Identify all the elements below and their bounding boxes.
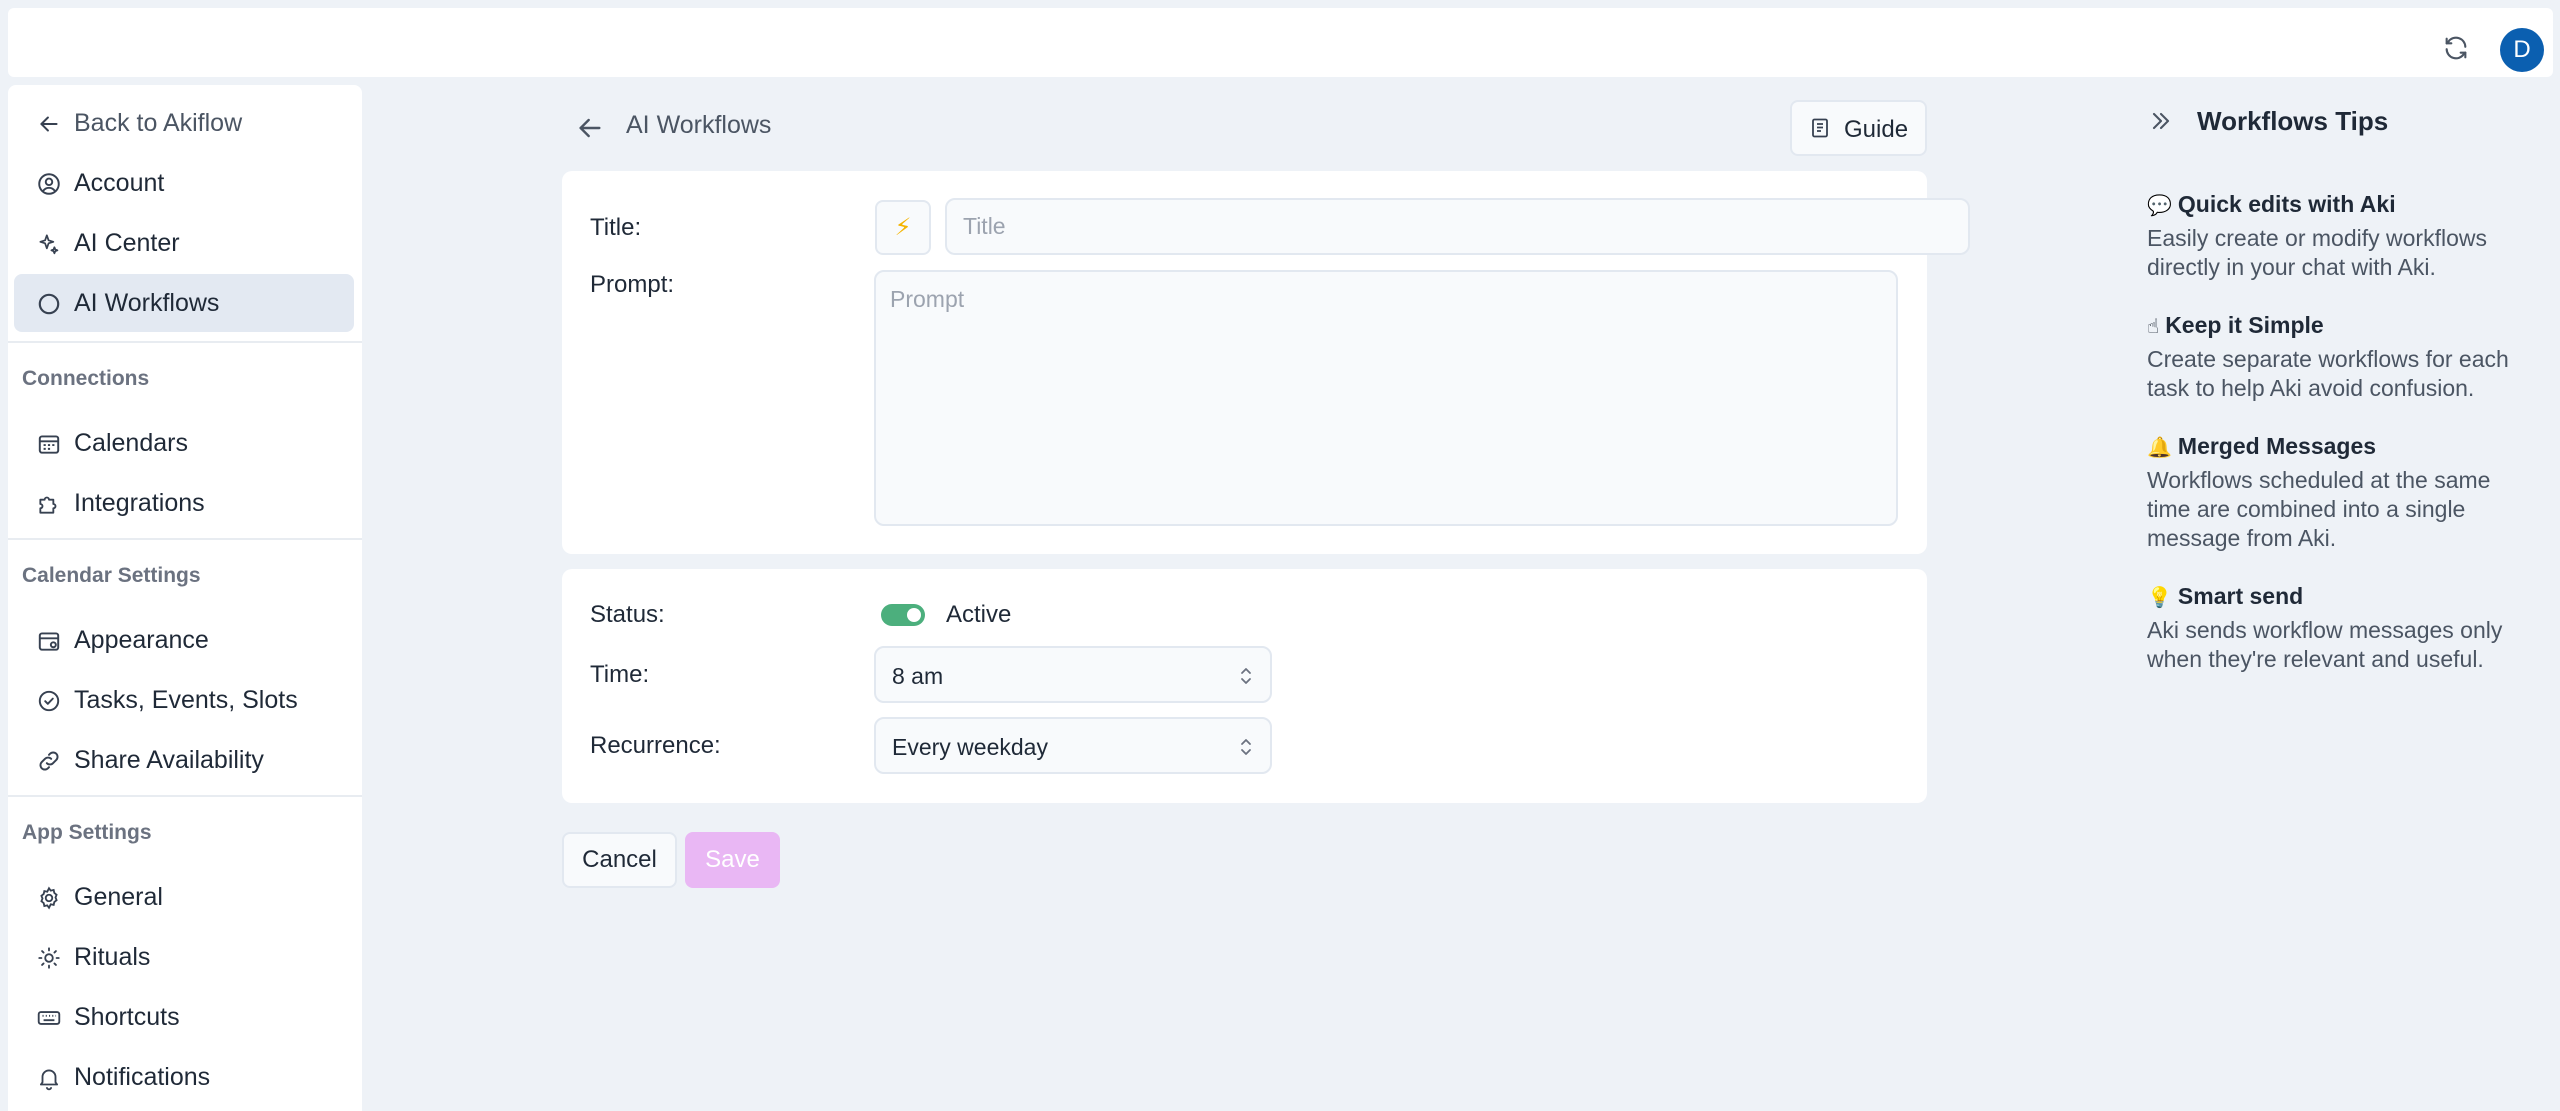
- sidebar-item-label: Notifications: [74, 1062, 211, 1091]
- sidebar-item-label: Integrations: [74, 488, 205, 517]
- prompt-label: Prompt:: [590, 271, 675, 298]
- chevron-up-down-icon: [1236, 664, 1256, 688]
- tip-heading: Merged Messages: [2177, 433, 2377, 459]
- cancel-button[interactable]: Cancel: [562, 832, 677, 888]
- link-icon: [36, 748, 62, 774]
- bell-emoji-icon: 🔔: [2147, 434, 2172, 459]
- time-select[interactable]: 8 am: [874, 646, 1272, 703]
- back-arrow-icon[interactable]: [574, 112, 606, 144]
- tip-heading: Smart send: [2177, 583, 2304, 609]
- time-value: 8 am: [892, 663, 944, 689]
- icon-picker-button[interactable]: ⚡: [875, 200, 931, 255]
- circle-icon: [36, 291, 62, 317]
- collapse-panel-icon[interactable]: [2147, 107, 2175, 135]
- tip-item: ☝ Keep it Simple Create separate workflow…: [2147, 312, 2527, 403]
- bell-icon: [36, 1065, 62, 1091]
- tip-heading: Keep it Simple: [2165, 312, 2324, 338]
- avatar[interactable]: D: [2500, 28, 2544, 72]
- recurrence-label: Recurrence:: [590, 732, 721, 759]
- tips-title: Workflows Tips: [2197, 106, 2389, 136]
- divider: [8, 795, 362, 797]
- gear-icon: [36, 885, 62, 911]
- chevron-up-down-icon: [1236, 735, 1256, 759]
- status-label: Status:: [590, 601, 665, 628]
- sidebar-item-label: AI Workflows: [74, 288, 220, 317]
- back-label: Back to Akiflow: [74, 108, 243, 137]
- user-circle-icon: [36, 171, 62, 197]
- tip-body: Workflows scheduled at the same time are…: [2147, 467, 2491, 551]
- save-button[interactable]: Save: [685, 832, 780, 888]
- back-to-akiflow-link[interactable]: Back to Akiflow: [14, 94, 354, 152]
- section-title-app-settings: App Settings: [22, 821, 152, 844]
- sidebar-item-share-availability[interactable]: Share Availability: [14, 731, 354, 789]
- sidebar-item-label: Share Availability: [74, 745, 264, 774]
- tip-item: 💡 Smart send Aki sends workflow messages …: [2147, 583, 2527, 674]
- sidebar-item-calendars[interactable]: Calendars: [14, 414, 354, 472]
- page-title: AI Workflows: [626, 111, 772, 139]
- guide-button[interactable]: Guide: [1790, 100, 1927, 156]
- title-input[interactable]: [945, 198, 1970, 255]
- tip-body: Easily create or modify workflows direct…: [2147, 225, 2487, 280]
- prompt-input[interactable]: [874, 270, 1898, 526]
- sidebar-item-label: Rituals: [74, 942, 151, 971]
- sidebar: Back to Akiflow Account AI Center AI Wor…: [8, 85, 362, 1111]
- arrow-left-icon: [36, 111, 62, 137]
- sidebar-item-integrations[interactable]: Integrations: [14, 474, 354, 532]
- status-value: Active: [946, 601, 1012, 628]
- book-icon: [1808, 116, 1832, 140]
- sidebar-item-appearance[interactable]: Appearance: [14, 611, 354, 669]
- tip-item: 💬 Quick edits with Aki Easily create or m…: [2147, 191, 2527, 282]
- recurrence-value: Every weekday: [892, 734, 1048, 760]
- toggle-knob: [907, 608, 921, 622]
- sidebar-item-label: Calendars: [74, 428, 188, 457]
- recurrence-select[interactable]: Every weekday: [874, 717, 1272, 774]
- tip-item: 🔔 Merged Messages Workflows scheduled at …: [2147, 433, 2527, 553]
- sidebar-item-notifications[interactable]: Notifications: [14, 1048, 354, 1106]
- sidebar-item-label: Tasks, Events, Slots: [74, 685, 298, 714]
- calendar-icon: [36, 431, 62, 457]
- tip-heading: Quick edits with Aki: [2177, 191, 2396, 217]
- sidebar-item-label: Shortcuts: [74, 1002, 180, 1031]
- sidebar-item-label: Appearance: [74, 625, 209, 654]
- calendar-settings-icon: [36, 628, 62, 654]
- sidebar-item-label: Account: [74, 168, 165, 197]
- divider: [8, 538, 362, 540]
- sidebar-item-general[interactable]: General: [14, 868, 354, 926]
- sidebar-item-rituals[interactable]: Rituals: [14, 928, 354, 986]
- lightbulb-icon: 💡: [2147, 584, 2172, 609]
- top-bar: D: [8, 8, 2553, 77]
- sidebar-item-ai-center[interactable]: AI Center: [14, 214, 354, 272]
- speech-bubble-icon: 💬: [2147, 192, 2172, 217]
- section-title-calendar-settings: Calendar Settings: [22, 564, 201, 587]
- lightning-icon: ⚡: [894, 214, 912, 241]
- tip-body: Create separate workflows for each task …: [2147, 346, 2509, 401]
- puzzle-icon: [36, 491, 62, 517]
- guide-label: Guide: [1844, 116, 1909, 143]
- sparkles-icon: [36, 231, 62, 257]
- title-label: Title:: [590, 214, 642, 241]
- sidebar-item-tasks-events-slots[interactable]: Tasks, Events, Slots: [14, 671, 354, 729]
- time-label: Time:: [590, 661, 650, 688]
- pointing-finger-icon: ☝: [2147, 313, 2160, 338]
- sidebar-item-label: AI Center: [74, 228, 180, 257]
- sidebar-item-label: General: [74, 882, 163, 911]
- sidebar-item-account[interactable]: Account: [14, 154, 354, 212]
- sidebar-item-ai-workflows[interactable]: AI Workflows: [14, 274, 354, 332]
- check-circle-icon: [36, 688, 62, 714]
- status-toggle[interactable]: [881, 604, 925, 626]
- sun-icon: [36, 945, 62, 971]
- keyboard-icon: [36, 1005, 62, 1031]
- divider: [8, 341, 362, 343]
- tip-body: Aki sends workflow messages only when th…: [2147, 617, 2503, 672]
- sidebar-item-shortcuts[interactable]: Shortcuts: [14, 988, 354, 1046]
- sync-icon[interactable]: [2438, 30, 2474, 66]
- section-title-connections: Connections: [22, 367, 150, 390]
